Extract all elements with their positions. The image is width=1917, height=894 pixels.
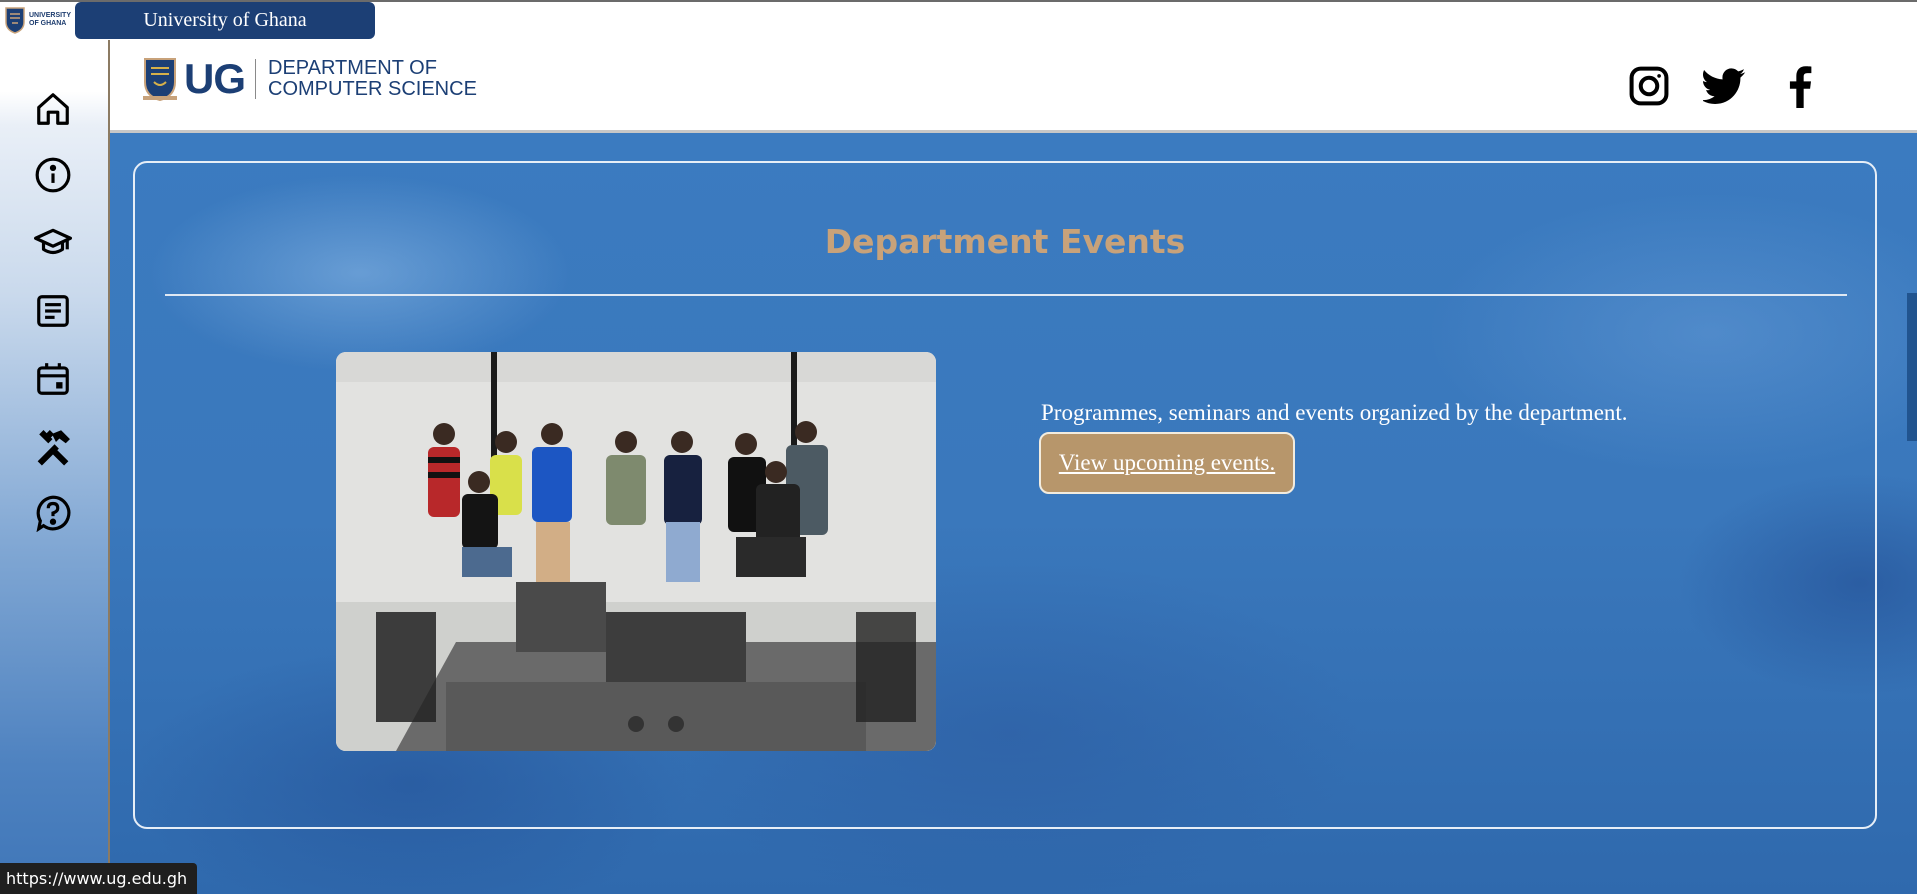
group-photo-image	[336, 352, 936, 751]
department-name-line2: COMPUTER SCIENCE	[268, 78, 477, 100]
help-icon[interactable]	[32, 492, 74, 534]
events-divider	[165, 294, 1847, 296]
view-upcoming-events-button[interactable]: View upcoming events.	[1039, 432, 1295, 494]
university-tab[interactable]: University of Ghana	[75, 2, 375, 39]
crest-icon	[5, 7, 25, 34]
calendar-icon[interactable]	[32, 358, 74, 400]
info-icon[interactable]	[32, 154, 74, 196]
status-bar-url: https://www.ug.edu.gh	[0, 863, 198, 894]
department-logo[interactable]: UG DEPARTMENT OF COMPUTER SCIENCE	[142, 55, 477, 103]
department-name: DEPARTMENT OF COMPUTER SCIENCE	[268, 58, 477, 100]
article-icon[interactable]	[32, 290, 74, 332]
scroll-indicator[interactable]	[1907, 293, 1917, 441]
event-photo	[336, 352, 936, 751]
mini-logo-text: UNIVERSITY OF GHANA	[29, 12, 71, 28]
mini-logo-line2: OF GHANA	[29, 20, 67, 27]
department-name-line1: DEPARTMENT OF	[268, 57, 437, 79]
mini-logo-line1: UNIVERSITY	[29, 12, 72, 19]
events-title: Department Events	[824, 222, 1186, 261]
graduation-cap-icon[interactable]	[32, 222, 74, 264]
events-description: Programmes, seminars and events organize…	[1041, 400, 1628, 425]
logo-abbrev: UG	[184, 55, 246, 102]
facebook-icon[interactable]	[1776, 62, 1824, 110]
logo-separator	[255, 59, 256, 99]
crest-icon	[143, 58, 177, 102]
university-mini-logo[interactable]: UNIVERSITY OF GHANA	[4, 4, 72, 36]
instagram-icon[interactable]	[1625, 62, 1673, 110]
tools-icon[interactable]	[32, 426, 74, 468]
home-icon[interactable]	[32, 88, 74, 130]
twitter-icon[interactable]	[1701, 62, 1749, 110]
